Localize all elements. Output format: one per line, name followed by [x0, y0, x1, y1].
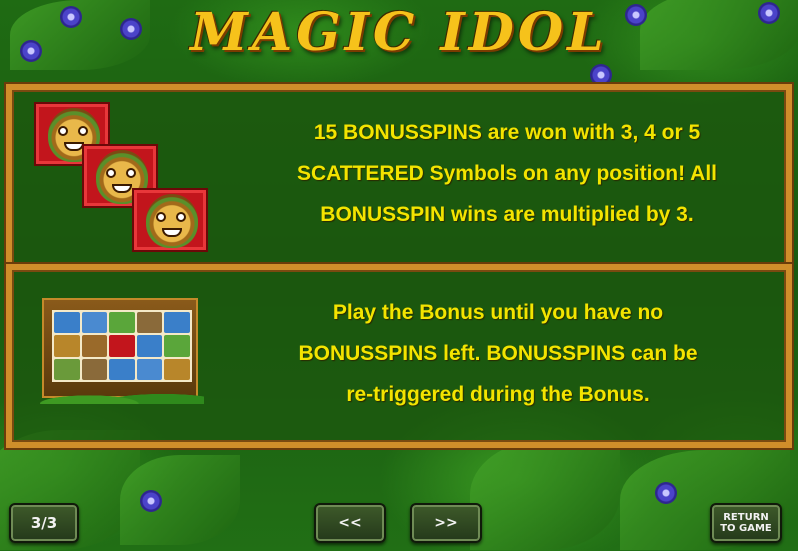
idol-symbol-icon: [132, 188, 208, 252]
idol-eye: [176, 212, 186, 222]
text-line: SCATTERED Symbols on any position! All: [296, 162, 718, 185]
reel-symbol: [54, 358, 80, 380]
bonus-rules-text: Play the Bonus until you have no BONUSSP…: [234, 292, 762, 415]
return-label: RETURN TO GAME: [720, 512, 772, 534]
next-page-button[interactable]: >>: [410, 503, 482, 543]
idol-face: [146, 194, 198, 248]
reel-symbol: [109, 335, 135, 357]
reel-symbol: [109, 358, 135, 380]
blue-flower-icon: [655, 482, 677, 504]
idol-eye: [126, 168, 136, 178]
text-line: Play the Bonus until you have no: [332, 301, 664, 324]
reel-symbol: [164, 335, 190, 357]
blue-flower-icon: [590, 64, 612, 86]
idol-mouth: [162, 228, 182, 237]
reel-symbol: [54, 335, 80, 357]
return-label-line2: TO GAME: [720, 523, 772, 534]
text-line: BONUSSPINS left. BONUSSPINS can be: [298, 342, 698, 365]
page-indicator-button[interactable]: 3/3: [9, 503, 79, 543]
return-label-line1: RETURN: [723, 512, 769, 523]
text-line: 15 BONUSSPINS are won with 3, 4 or 5: [313, 121, 701, 144]
reel-symbol: [54, 312, 80, 334]
idol-eye: [78, 126, 88, 136]
idol-mouth: [112, 184, 132, 193]
reel-symbol: [109, 312, 135, 334]
text-line: re-triggered during the Bonus.: [346, 383, 650, 406]
reel-symbol: [164, 358, 190, 380]
reel-symbol: [164, 312, 190, 334]
scatter-rules-text: 15 BONUSSPINS are won with 3, 4 or 5 SCA…: [232, 112, 782, 235]
text-line: BONUSSPIN wins are multiplied by 3.: [320, 203, 694, 226]
reel-symbol: [136, 312, 163, 334]
previous-page-button[interactable]: <<: [314, 503, 386, 543]
background-leaf: [120, 455, 240, 545]
game-title: MAGIC IDOL: [190, 2, 608, 63]
reel-symbol: [81, 335, 108, 357]
idol-mouth: [64, 142, 84, 151]
reel-symbol: [136, 358, 163, 380]
info-panel-bonus: Play the Bonus until you have no BONUSSP…: [6, 264, 792, 448]
mini-reel-grid: [52, 310, 192, 382]
idol-eye: [106, 168, 116, 178]
info-panel-scatter: 15 BONUSSPINS are won with 3, 4 or 5 SCA…: [6, 84, 792, 270]
reel-symbol: [136, 335, 163, 357]
reel-symbol: [81, 312, 108, 334]
idol-scatter-symbol-icon: [34, 102, 214, 252]
thumbnail-foliage: [40, 384, 204, 404]
background-leaf: [470, 440, 620, 550]
idol-eye: [156, 212, 166, 222]
blue-flower-icon: [140, 490, 162, 512]
return-to-game-button[interactable]: RETURN TO GAME: [710, 503, 782, 543]
idol-eye: [58, 126, 68, 136]
bonus-reels-thumbnail-icon: [40, 298, 204, 404]
reel-symbol: [81, 358, 108, 380]
